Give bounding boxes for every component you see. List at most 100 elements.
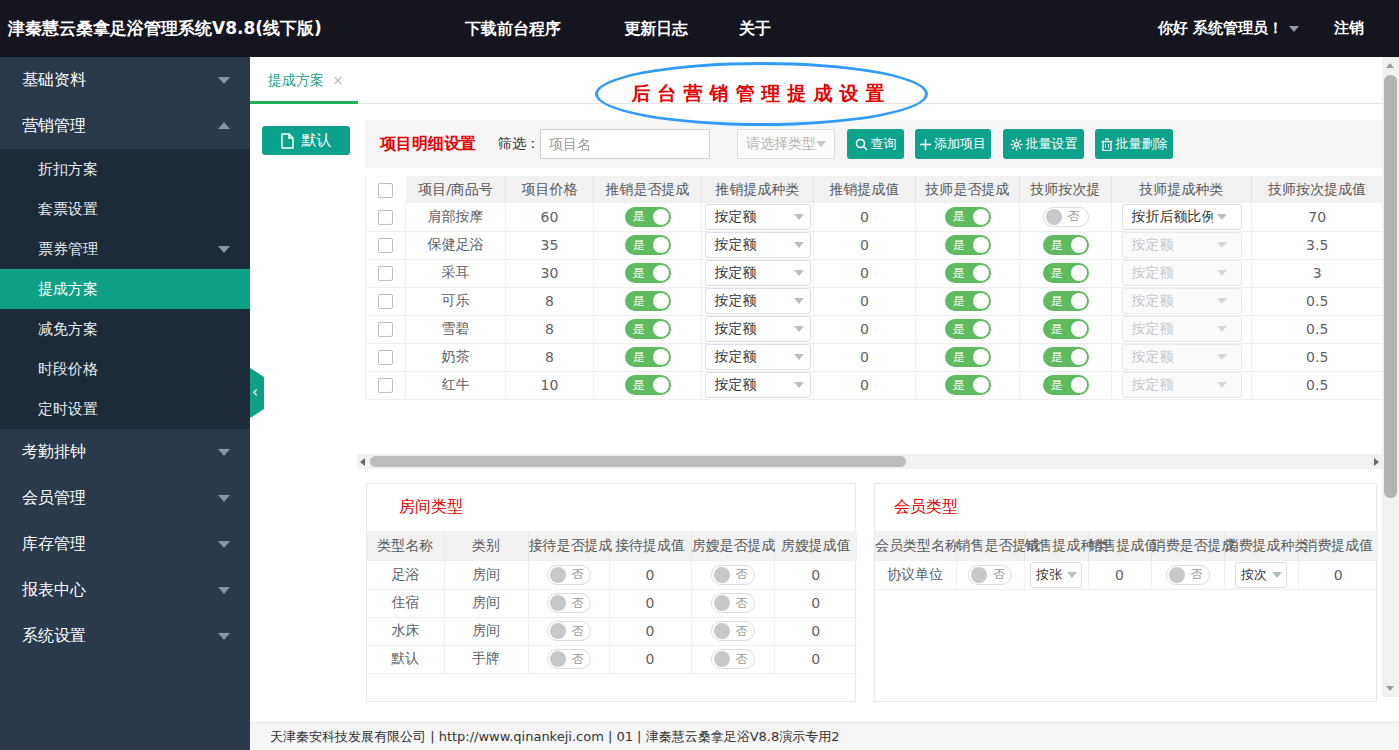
toggle-on[interactable]: 是	[945, 263, 991, 283]
type-select[interactable]: 请选择类型	[737, 129, 835, 159]
toggle-off[interactable]: 否	[711, 593, 755, 613]
row-checkbox[interactable]	[378, 183, 393, 198]
tab-commission-plan[interactable]: 提成方案×	[268, 57, 344, 104]
sidebar-subitem[interactable]: 提成方案	[0, 269, 250, 309]
logout-button[interactable]: 注销	[1334, 0, 1364, 57]
column-header: 销售提成种类	[1024, 531, 1088, 561]
scroll-up-arrow-icon[interactable]	[1386, 63, 1394, 68]
toggle-on[interactable]: 是	[1043, 263, 1089, 283]
sidebar-subitem[interactable]: 折扣方案	[0, 149, 250, 189]
horizontal-scrollbar-thumb[interactable]	[370, 456, 906, 467]
close-icon[interactable]: ×	[332, 72, 344, 88]
sidebar-item[interactable]: 库存管理	[0, 521, 250, 567]
add-item-button[interactable]: 添加项目	[915, 129, 991, 159]
toggle-knob	[714, 595, 730, 611]
row-checkbox[interactable]	[378, 350, 393, 365]
toggle-on[interactable]: 是	[625, 207, 671, 227]
search-button[interactable]: 查询	[847, 129, 904, 159]
row-checkbox[interactable]	[378, 210, 393, 225]
toggle-off[interactable]: 否	[1166, 565, 1210, 585]
toggle-off[interactable]: 否	[547, 621, 591, 641]
toggle-on[interactable]: 是	[1043, 291, 1089, 311]
scroll-down-arrow-icon[interactable]	[1386, 686, 1394, 691]
user-menu[interactable]: 你好 系统管理员！	[1158, 0, 1299, 57]
toggle-on[interactable]: 是	[625, 319, 671, 339]
toggle-off[interactable]: 否	[711, 649, 755, 669]
search-button-label: 查询	[871, 135, 897, 153]
toggle-on[interactable]: 是	[625, 263, 671, 283]
row-checkbox[interactable]	[378, 322, 393, 337]
toggle-off[interactable]: 否	[547, 649, 591, 669]
type-dropdown[interactable]: 按定额	[705, 372, 811, 398]
type-dropdown[interactable]: 按定额	[705, 232, 811, 258]
toggle-on[interactable]: 是	[945, 291, 991, 311]
sidebar-item[interactable]: 系统设置	[0, 613, 250, 659]
item-row: 保健足浴35是按定额0是是按定额3.5	[366, 231, 1383, 259]
horizontal-scrollbar[interactable]	[357, 454, 1382, 469]
sidebar-item[interactable]: 基础资料	[0, 57, 250, 103]
toggle-on[interactable]: 是	[625, 347, 671, 367]
row-checkbox[interactable]	[378, 266, 393, 281]
vertical-scrollbar-thumb[interactable]	[1384, 75, 1397, 498]
toggle-on[interactable]: 是	[625, 375, 671, 395]
toggle-on[interactable]: 是	[625, 235, 671, 255]
toggle-on[interactable]: 是	[945, 319, 991, 339]
dropdown-value: 按定额	[715, 292, 790, 310]
batch-set-button[interactable]: 批量设置	[1003, 129, 1084, 159]
toggle-on[interactable]: 是	[945, 375, 991, 395]
type-dropdown[interactable]: 按定额	[705, 316, 811, 342]
toggle-on[interactable]: 是	[1043, 319, 1089, 339]
toggle-on[interactable]: 是	[1043, 235, 1089, 255]
sidebar-item-label: 库存管理	[22, 534, 86, 553]
menu-changelog[interactable]: 更新日志	[624, 0, 688, 57]
toggle-off[interactable]: 否	[1043, 207, 1089, 227]
type-dropdown[interactable]: 按定额	[1122, 288, 1242, 314]
sidebar-item[interactable]: 考勤排钟	[0, 429, 250, 475]
sidebar-subitem[interactable]: 减免方案	[0, 309, 250, 349]
type-dropdown[interactable]: 按定额	[1122, 260, 1242, 286]
sidebar-subitem[interactable]: 票券管理	[0, 229, 250, 269]
row-checkbox[interactable]	[378, 378, 393, 393]
vertical-scrollbar[interactable]	[1382, 57, 1399, 697]
toggle-off[interactable]: 否	[711, 565, 755, 585]
type-dropdown[interactable]: 按定额	[705, 288, 811, 314]
type-dropdown[interactable]: 按定额	[705, 204, 811, 230]
sidebar-item[interactable]: 会员管理	[0, 475, 250, 521]
attendant-value-cell: 0	[774, 645, 857, 673]
type-dropdown[interactable]: 按定额	[1122, 232, 1242, 258]
row-checkbox[interactable]	[378, 294, 393, 309]
toggle-on[interactable]: 是	[1043, 375, 1089, 395]
item-name-input[interactable]	[540, 129, 710, 159]
batch-delete-button[interactable]: 批量删除	[1095, 129, 1173, 159]
menu-about[interactable]: 关于	[739, 0, 771, 57]
type-dropdown[interactable]: 按定额	[1122, 316, 1242, 342]
type-dropdown[interactable]: 按定额	[705, 260, 811, 286]
scroll-right-arrow-icon[interactable]	[1374, 458, 1379, 466]
type-dropdown[interactable]: 按次	[1235, 562, 1287, 588]
toggle-off[interactable]: 否	[547, 565, 591, 585]
type-dropdown[interactable]: 按定额	[1122, 344, 1242, 370]
type-dropdown[interactable]: 按定额	[705, 344, 811, 370]
sidebar-item[interactable]: 报表中心	[0, 567, 250, 613]
menu-download-client[interactable]: 下载前台程序	[465, 0, 561, 57]
sidebar-subitem[interactable]: 套票设置	[0, 189, 250, 229]
sidebar-subitem[interactable]: 时段价格	[0, 349, 250, 389]
type-dropdown[interactable]: 按折后额比例	[1122, 204, 1242, 230]
toggle-off[interactable]: 否	[711, 621, 755, 641]
toggle-on[interactable]: 是	[945, 207, 991, 227]
type-dropdown[interactable]: 按定额	[1122, 372, 1242, 398]
sidebar-subitem[interactable]: 定时设置	[0, 389, 250, 429]
toggle-on[interactable]: 是	[1043, 347, 1089, 367]
row-checkbox[interactable]	[378, 238, 393, 253]
column-header: 类别	[444, 531, 528, 561]
toggle-on[interactable]: 是	[945, 347, 991, 367]
toggle-on[interactable]: 是	[625, 291, 671, 311]
toggle-on[interactable]: 是	[945, 235, 991, 255]
toggle-off[interactable]: 否	[968, 565, 1012, 585]
scroll-left-arrow-icon[interactable]	[360, 458, 365, 466]
type-dropdown[interactable]: 按张	[1030, 562, 1082, 588]
attendant-value-cell: 0	[774, 617, 857, 645]
toggle-off[interactable]: 否	[547, 593, 591, 613]
default-plan-button[interactable]: 默认	[262, 126, 350, 155]
sidebar-item[interactable]: 营销管理	[0, 103, 250, 149]
